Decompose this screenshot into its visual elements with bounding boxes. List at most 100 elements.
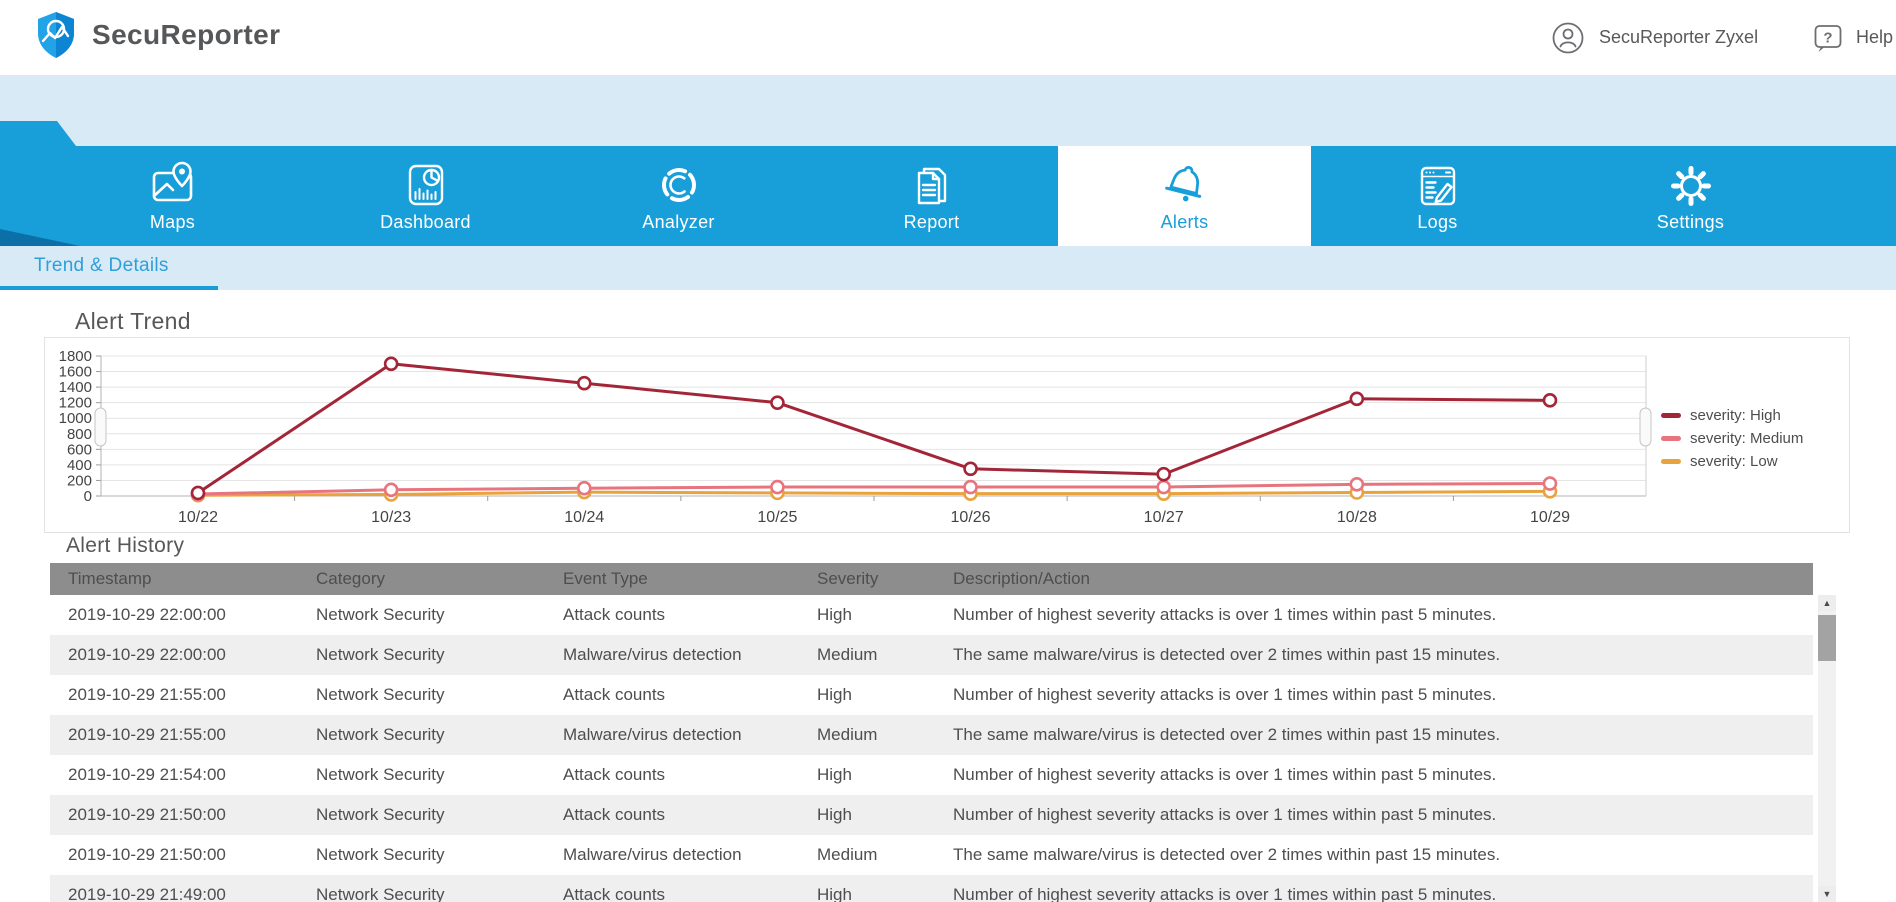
range-handle-right[interactable] bbox=[1639, 407, 1652, 447]
table-cell: Network Security bbox=[316, 725, 445, 744]
account-name: SecuReporter Zyxel bbox=[1599, 27, 1759, 47]
tab-label: Alerts bbox=[1160, 211, 1209, 232]
table-cell: Network Security bbox=[316, 685, 445, 704]
legend-label: severity: Low bbox=[1690, 453, 1778, 470]
legend-item-low[interactable]: severity: Low bbox=[1661, 450, 1803, 473]
nav-tabs: Maps Dashboard Analyzer Report Alerts Lo… bbox=[46, 146, 1817, 246]
tab-label: Report bbox=[903, 211, 960, 232]
legend-swatch bbox=[1661, 436, 1681, 441]
help-button[interactable]: ? Help bbox=[1812, 0, 1893, 75]
series-line bbox=[197, 362, 1550, 495]
legend-item-high[interactable]: severity: High bbox=[1661, 404, 1803, 427]
data-point bbox=[383, 482, 399, 498]
legend-swatch bbox=[1661, 459, 1681, 464]
table-title: Alert History bbox=[66, 534, 185, 557]
tab-settings[interactable]: Settings bbox=[1564, 146, 1817, 246]
table-scrollbar[interactable]: ▲ ▼ bbox=[1818, 595, 1836, 902]
data-point bbox=[1349, 391, 1365, 407]
y-tick-label: 400 bbox=[67, 457, 92, 474]
table-cell: High bbox=[817, 685, 852, 704]
table-cell: 2019-10-29 22:00:00 bbox=[68, 645, 226, 664]
table-cell: Number of highest severity attacks is ov… bbox=[953, 885, 1497, 902]
table-cell: Network Security bbox=[316, 645, 445, 664]
y-tick-label: 1800 bbox=[59, 348, 92, 365]
scroll-down-button[interactable]: ▼ bbox=[1818, 886, 1836, 902]
table-row: 2019-10-29 21:55:00 Network Security Attac… bbox=[50, 675, 1813, 715]
tab-alerts[interactable]: Alerts bbox=[1058, 146, 1311, 246]
column-header-description: Description/Action bbox=[953, 569, 1091, 588]
tab-logs[interactable]: Logs bbox=[1311, 146, 1564, 246]
tab-label: Analyzer bbox=[642, 211, 715, 232]
table-row: 2019-10-29 21:50:00 Network Security Attac… bbox=[50, 795, 1813, 835]
y-tick-label: 1400 bbox=[59, 379, 92, 396]
x-tick-label: 10/25 bbox=[757, 509, 797, 526]
table-cell: Network Security bbox=[316, 885, 445, 902]
account-menu[interactable]: SecuReporter Zyxel bbox=[1551, 0, 1758, 75]
legend-label: severity: High bbox=[1690, 407, 1781, 424]
y-tick-label: 800 bbox=[67, 426, 92, 443]
tab-dashboard[interactable]: Dashboard bbox=[299, 146, 552, 246]
y-tick-label: 600 bbox=[67, 441, 92, 458]
legend-item-medium[interactable]: severity: Medium bbox=[1661, 427, 1803, 450]
tab-label: Maps bbox=[149, 211, 196, 232]
tab-report[interactable]: Report bbox=[805, 146, 1058, 246]
tab-label: Dashboard bbox=[380, 211, 471, 232]
table-cell: 2019-10-29 21:50:00 bbox=[68, 845, 226, 864]
data-point bbox=[383, 356, 399, 372]
table-cell: The same malware/virus is detected over … bbox=[953, 645, 1501, 664]
table-cell: 2019-10-29 21:50:00 bbox=[68, 805, 226, 824]
table-cell: Malware/virus detection bbox=[563, 645, 742, 664]
table-cell: Medium bbox=[817, 845, 878, 864]
table-cell: The same malware/virus is detected over … bbox=[953, 725, 1501, 744]
data-point bbox=[1156, 466, 1171, 482]
alert-history-table: Timestamp Category Event Type Severity D… bbox=[50, 563, 1836, 902]
table-row: 2019-10-29 22:00:00 Network Security Malwa… bbox=[50, 635, 1813, 675]
legend-label: severity: Medium bbox=[1690, 430, 1804, 447]
table-cell: Medium bbox=[817, 725, 878, 744]
range-handle-left[interactable] bbox=[94, 407, 107, 447]
column-header-timestamp: Timestamp bbox=[68, 569, 152, 588]
table-cell: High bbox=[817, 605, 852, 624]
chart-legend: severity: High severity: Medium severity: … bbox=[1661, 404, 1803, 473]
table-cell: Number of highest severity attacks is ov… bbox=[953, 805, 1497, 824]
sub-nav: Trend & Details bbox=[0, 246, 1896, 290]
table-cell: High bbox=[817, 765, 852, 784]
tab-trend-and-details[interactable]: Trend & Details bbox=[34, 255, 169, 277]
chart-title: Alert Trend bbox=[75, 308, 191, 334]
x-tick-label: 10/23 bbox=[371, 509, 411, 526]
y-tick-label: 0 bbox=[84, 488, 92, 505]
dashboard-icon bbox=[408, 164, 443, 205]
table-cell: Network Security bbox=[316, 605, 445, 624]
x-tick-label: 10/22 bbox=[178, 509, 218, 526]
series-line bbox=[197, 489, 1550, 497]
data-point bbox=[963, 461, 978, 477]
svg-text:?: ? bbox=[1823, 29, 1832, 46]
y-tick-label: 1200 bbox=[59, 395, 92, 412]
table-header-row: Timestamp Category Event Type Severity D… bbox=[50, 563, 1813, 595]
table-cell: Medium bbox=[817, 645, 878, 664]
scrollbar-thumb[interactable] bbox=[1818, 615, 1836, 661]
app-header: SecuReporter SecuReporter Zyxel ? Help bbox=[0, 0, 1896, 75]
securereporter-shield-logo bbox=[38, 12, 74, 58]
y-tick-label: 1000 bbox=[59, 410, 92, 427]
x-tick-label: 10/26 bbox=[951, 509, 991, 526]
analyzer-icon bbox=[661, 167, 696, 202]
table-cell: The same malware/virus is detected over … bbox=[953, 845, 1501, 864]
help-bubble-icon: ? bbox=[1814, 24, 1842, 52]
user-icon bbox=[1552, 22, 1584, 53]
tab-label: Settings bbox=[1656, 211, 1725, 232]
table-body: 2019-10-29 22:00:00 Network Security Attac… bbox=[50, 595, 1836, 902]
table-cell: High bbox=[817, 885, 852, 902]
column-header-category: Category bbox=[316, 569, 385, 588]
line-chart-canvas: 020040060080010001200140016001800 10/22 10… bbox=[59, 348, 1652, 526]
x-tick-label: 10/24 bbox=[564, 509, 604, 526]
scroll-up-button[interactable]: ▲ bbox=[1818, 595, 1836, 611]
tab-analyzer[interactable]: Analyzer bbox=[552, 146, 805, 246]
tab-maps[interactable]: Maps bbox=[46, 146, 299, 246]
column-header-event-type: Event Type bbox=[563, 569, 648, 588]
table-row: 2019-10-29 21:55:00 Network Security Malwa… bbox=[50, 715, 1813, 755]
table-cell: Attack counts bbox=[563, 605, 666, 624]
table-cell: 2019-10-29 21:55:00 bbox=[68, 725, 226, 744]
alert-trend-chart: 0 200 400 600 800 1000 1200 1400 1600 1800 10/22 10… bbox=[44, 337, 1850, 533]
y-tick-label: 1600 bbox=[59, 364, 92, 381]
